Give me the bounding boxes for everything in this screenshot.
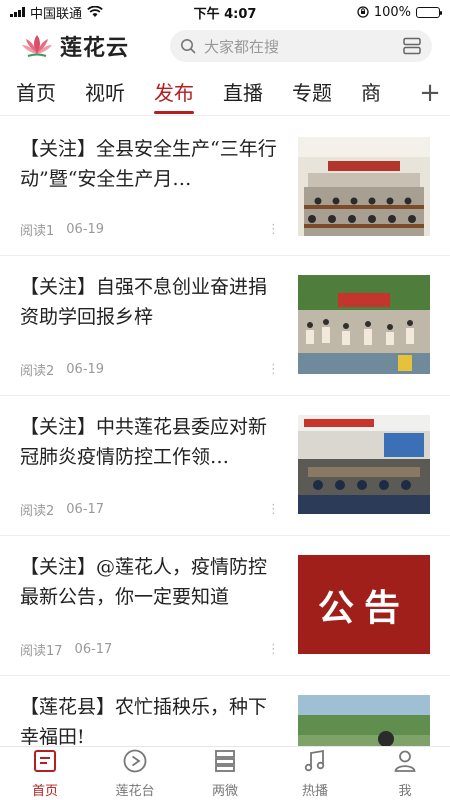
user-icon (392, 748, 418, 778)
channel-tabs: 首页 视听 发布 直播 专题商 + (0, 70, 450, 116)
news-text: 【关注】中共莲花县委应对新冠肺炎疫情防控工作领… 阅读2 06-17 ⋮ (20, 412, 298, 519)
lotus-logo-icon (22, 35, 52, 57)
news-title: 【莲花县】农忙插秧乐，种下幸福田! (20, 696, 268, 746)
news-meta: 阅读1 06-19 ⋮ (20, 220, 280, 239)
more-options-icon[interactable]: ⋮ (267, 362, 280, 377)
news-item[interactable]: 【莲花县】农忙插秧乐，种下幸福田! (0, 676, 450, 746)
news-item[interactable]: 【关注】自强不息创业奋进捐资助学回报乡梓阅读2 06-19 ⋮ (0, 256, 450, 396)
logo-text: 莲花云 (60, 36, 130, 61)
news-item[interactable]: 【关注】@莲花人，疫情防控最新公告，你一定要知道阅读17 06-17 ⋮ 公告 (0, 536, 450, 676)
more-options-icon[interactable]: ⋮ (267, 642, 280, 657)
nav-label: 热播 (301, 784, 328, 799)
news-thumbnail[interactable] (298, 137, 430, 236)
news-title: 【关注】自强不息创业奋进捐资助学回报乡梓 (20, 276, 268, 328)
stack-icon (212, 748, 238, 778)
nav-label: 莲花台 (115, 784, 155, 799)
tab-4[interactable]: 专题 (292, 71, 332, 114)
nav-label: 我 (398, 784, 412, 799)
tab-0[interactable]: 首页 (16, 71, 56, 114)
app-logo[interactable]: 莲花云 (20, 30, 160, 62)
news-thumbnail[interactable] (298, 695, 430, 746)
news-date: 06-19 (66, 362, 105, 377)
app-header: 莲花云 大家都在搜 (0, 24, 450, 68)
tab-5[interactable]: 商 (361, 71, 381, 114)
news-item[interactable]: 【关注】全县安全生产“三年行动”暨“安全生产月… 阅读1 06-19 ⋮ (0, 118, 450, 256)
news-text: 【关注】@莲花人，疫情防控最新公告，你一定要知道阅读17 06-17 ⋮ (20, 552, 298, 659)
news-thumbnail[interactable] (298, 415, 430, 514)
status-bar: 中国联通 下午 4:07 100% (0, 0, 450, 24)
read-count: 阅读1 (20, 224, 55, 239)
music-icon (302, 748, 328, 778)
add-channel-button[interactable]: + (410, 78, 450, 108)
home-icon (32, 748, 58, 778)
news-title: 【关注】@莲花人，疫情防控最新公告，你一定要知道 (20, 556, 268, 608)
news-date: 06-19 (66, 222, 105, 237)
more-options-icon[interactable]: ⋮ (267, 502, 280, 517)
nav-item-3[interactable]: 热播 (270, 747, 360, 800)
bottom-nav: 首页 莲花台 两微 热播 我 (0, 746, 450, 800)
nav-item-4[interactable]: 我 (360, 747, 450, 800)
news-meta: 阅读17 06-17 ⋮ (20, 640, 280, 659)
news-meta: 阅读2 06-17 ⋮ (20, 500, 280, 519)
news-list: 【关注】全县安全生产“三年行动”暨“安全生产月… 阅读1 06-19 ⋮ 【关注】自强不… (0, 118, 450, 746)
nav-label: 首页 (31, 784, 58, 799)
carrier-label: 中国联通 (30, 6, 83, 22)
news-date: 06-17 (74, 642, 113, 657)
tab-3[interactable]: 直播 (223, 71, 263, 114)
tab-2[interactable]: 发布 (154, 71, 194, 114)
nav-item-0[interactable]: 首页 (0, 747, 90, 800)
tabs-scroll: 首页 视听 发布 直播 专题商 (16, 71, 410, 114)
rotation-lock-icon (357, 6, 369, 18)
news-item[interactable]: 【关注】中共莲花县委应对新冠肺炎疫情防控工作领… 阅读2 06-17 ⋮ (0, 396, 450, 536)
play-circle-icon (122, 748, 148, 778)
news-thumbnail[interactable] (298, 275, 430, 374)
signal-icon (10, 7, 25, 17)
search-placeholder: 大家都在搜 (204, 37, 280, 56)
status-left: 中国联通 (10, 3, 160, 22)
news-text: 【关注】全县安全生产“三年行动”暨“安全生产月… 阅读1 06-19 ⋮ (20, 134, 298, 239)
read-count: 阅读17 (20, 644, 63, 659)
status-right: 100% (290, 4, 442, 20)
nav-item-1[interactable]: 莲花台 (90, 747, 180, 800)
news-title: 【关注】中共莲花县委应对新冠肺炎疫情防控工作领… (20, 416, 268, 468)
status-time: 下午 4:07 (193, 6, 257, 22)
news-text: 【关注】自强不息创业奋进捐资助学回报乡梓阅读2 06-19 ⋮ (20, 272, 298, 379)
news-text: 【莲花县】农忙插秧乐，种下幸福田! (20, 692, 298, 746)
read-count: 阅读2 (20, 364, 55, 379)
notice-label: 公告 (317, 587, 410, 629)
news-thumbnail[interactable]: 公告 (298, 555, 430, 654)
news-date: 06-17 (66, 502, 105, 517)
search-icon (181, 39, 196, 54)
read-count: 阅读2 (20, 504, 55, 519)
battery-icon (416, 6, 442, 18)
nav-label: 两微 (211, 784, 238, 799)
more-options-icon[interactable]: ⋮ (267, 222, 280, 237)
news-title: 【关注】全县安全生产“三年行动”暨“安全生产月… (20, 138, 277, 190)
scan-icon[interactable] (402, 37, 422, 55)
battery-percent: 100% (373, 4, 411, 20)
nav-item-2[interactable]: 两微 (180, 747, 270, 800)
tab-1[interactable]: 视听 (85, 71, 125, 114)
news-meta: 阅读2 06-19 ⋮ (20, 360, 280, 379)
wifi-icon (87, 6, 103, 17)
search-bar[interactable]: 大家都在搜 (170, 30, 432, 62)
